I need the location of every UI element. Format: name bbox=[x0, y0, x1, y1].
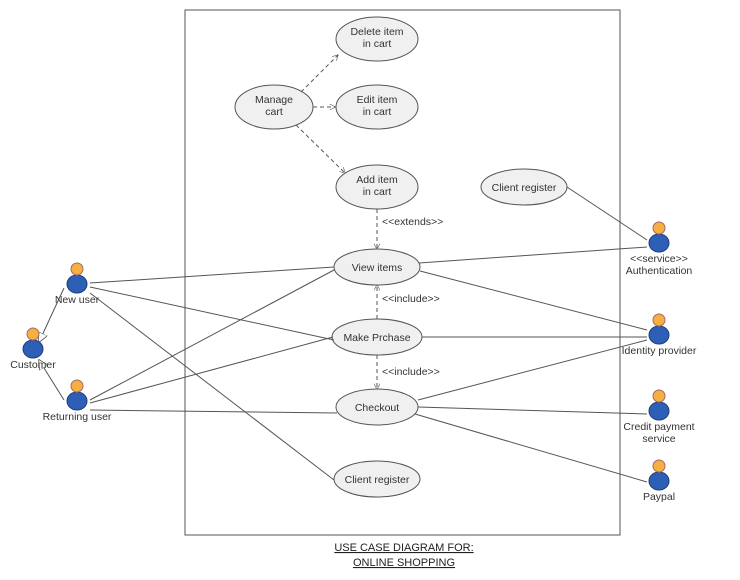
svg-text:Edit item: Edit item bbox=[357, 94, 398, 106]
assoc-returning-make bbox=[90, 337, 333, 403]
diagram-title-1: USE CASE DIAGRAM FOR: bbox=[334, 542, 473, 554]
usecase-view-items: View items bbox=[334, 249, 420, 285]
assoc-returning-view bbox=[90, 270, 334, 400]
svg-text:Add item: Add item bbox=[356, 174, 398, 186]
actor-customer: Customer bbox=[10, 328, 56, 371]
actor-paypal: Paypal bbox=[643, 460, 675, 503]
assoc-register-auth bbox=[567, 187, 647, 240]
svg-text:in cart: in cart bbox=[363, 106, 392, 118]
svg-text:<<service>>: <<service>> bbox=[630, 253, 688, 265]
svg-text:Returning user: Returning user bbox=[43, 411, 112, 423]
svg-text:Manage: Manage bbox=[255, 94, 293, 106]
assoc-checkout-credit bbox=[418, 407, 647, 414]
actor-new-user: New user bbox=[55, 263, 100, 306]
svg-text:Paypal: Paypal bbox=[643, 491, 675, 503]
svg-text:New user: New user bbox=[55, 294, 100, 306]
svg-text:Client register: Client register bbox=[492, 182, 557, 194]
extend-manage-add bbox=[296, 125, 345, 173]
assoc-newuser-view bbox=[90, 267, 334, 283]
diagram-title-2: ONLINE SHOPPING bbox=[353, 557, 455, 569]
assoc-returning-checkout bbox=[90, 410, 337, 413]
svg-text:Credit payment: Credit payment bbox=[623, 421, 694, 433]
svg-text:Make Prchase: Make Prchase bbox=[343, 332, 410, 344]
usecase-client-register-top: Client register bbox=[481, 169, 567, 205]
extend-manage-delete bbox=[301, 55, 338, 92]
actor-credit-payment: Credit payment service bbox=[623, 390, 694, 445]
svg-text:in cart: in cart bbox=[363, 186, 392, 198]
usecase-client-register-bottom: Client register bbox=[334, 461, 420, 497]
label-include-2: <<include>> bbox=[382, 366, 440, 378]
usecase-checkout: Checkout bbox=[336, 389, 418, 425]
usecase-make-purchase: Make Prchase bbox=[332, 319, 422, 355]
usecase-edit-item: Edit item in cart bbox=[336, 85, 418, 129]
assoc-view-auth bbox=[419, 247, 647, 263]
assoc-view-identity bbox=[420, 271, 647, 330]
assoc-checkout-identity bbox=[418, 340, 647, 400]
label-include-1: <<include>> bbox=[382, 293, 440, 305]
assoc-checkout-paypal bbox=[415, 414, 647, 482]
svg-text:Authentication: Authentication bbox=[626, 265, 693, 277]
svg-text:Client register: Client register bbox=[345, 474, 410, 486]
svg-text:in cart: in cart bbox=[363, 38, 392, 50]
svg-text:service: service bbox=[642, 433, 675, 445]
actor-authentication: <<service>> Authentication bbox=[626, 222, 693, 277]
assoc-newuser-make bbox=[90, 287, 334, 340]
usecase-delete-item: Delete item in cart bbox=[336, 17, 418, 61]
svg-text:Delete item: Delete item bbox=[350, 26, 403, 38]
label-extends: <<extends>> bbox=[382, 216, 443, 228]
svg-text:View items: View items bbox=[352, 262, 403, 274]
actor-identity-provider: Identity provider bbox=[622, 314, 697, 357]
svg-text:Checkout: Checkout bbox=[355, 402, 399, 414]
svg-text:Customer: Customer bbox=[10, 359, 56, 371]
usecase-add-item: Add item in cart bbox=[336, 165, 418, 209]
svg-text:cart: cart bbox=[265, 106, 283, 118]
assoc-newuser-register bbox=[90, 293, 334, 480]
actor-returning-user: Returning user bbox=[43, 380, 112, 423]
svg-text:Identity provider: Identity provider bbox=[622, 345, 697, 357]
